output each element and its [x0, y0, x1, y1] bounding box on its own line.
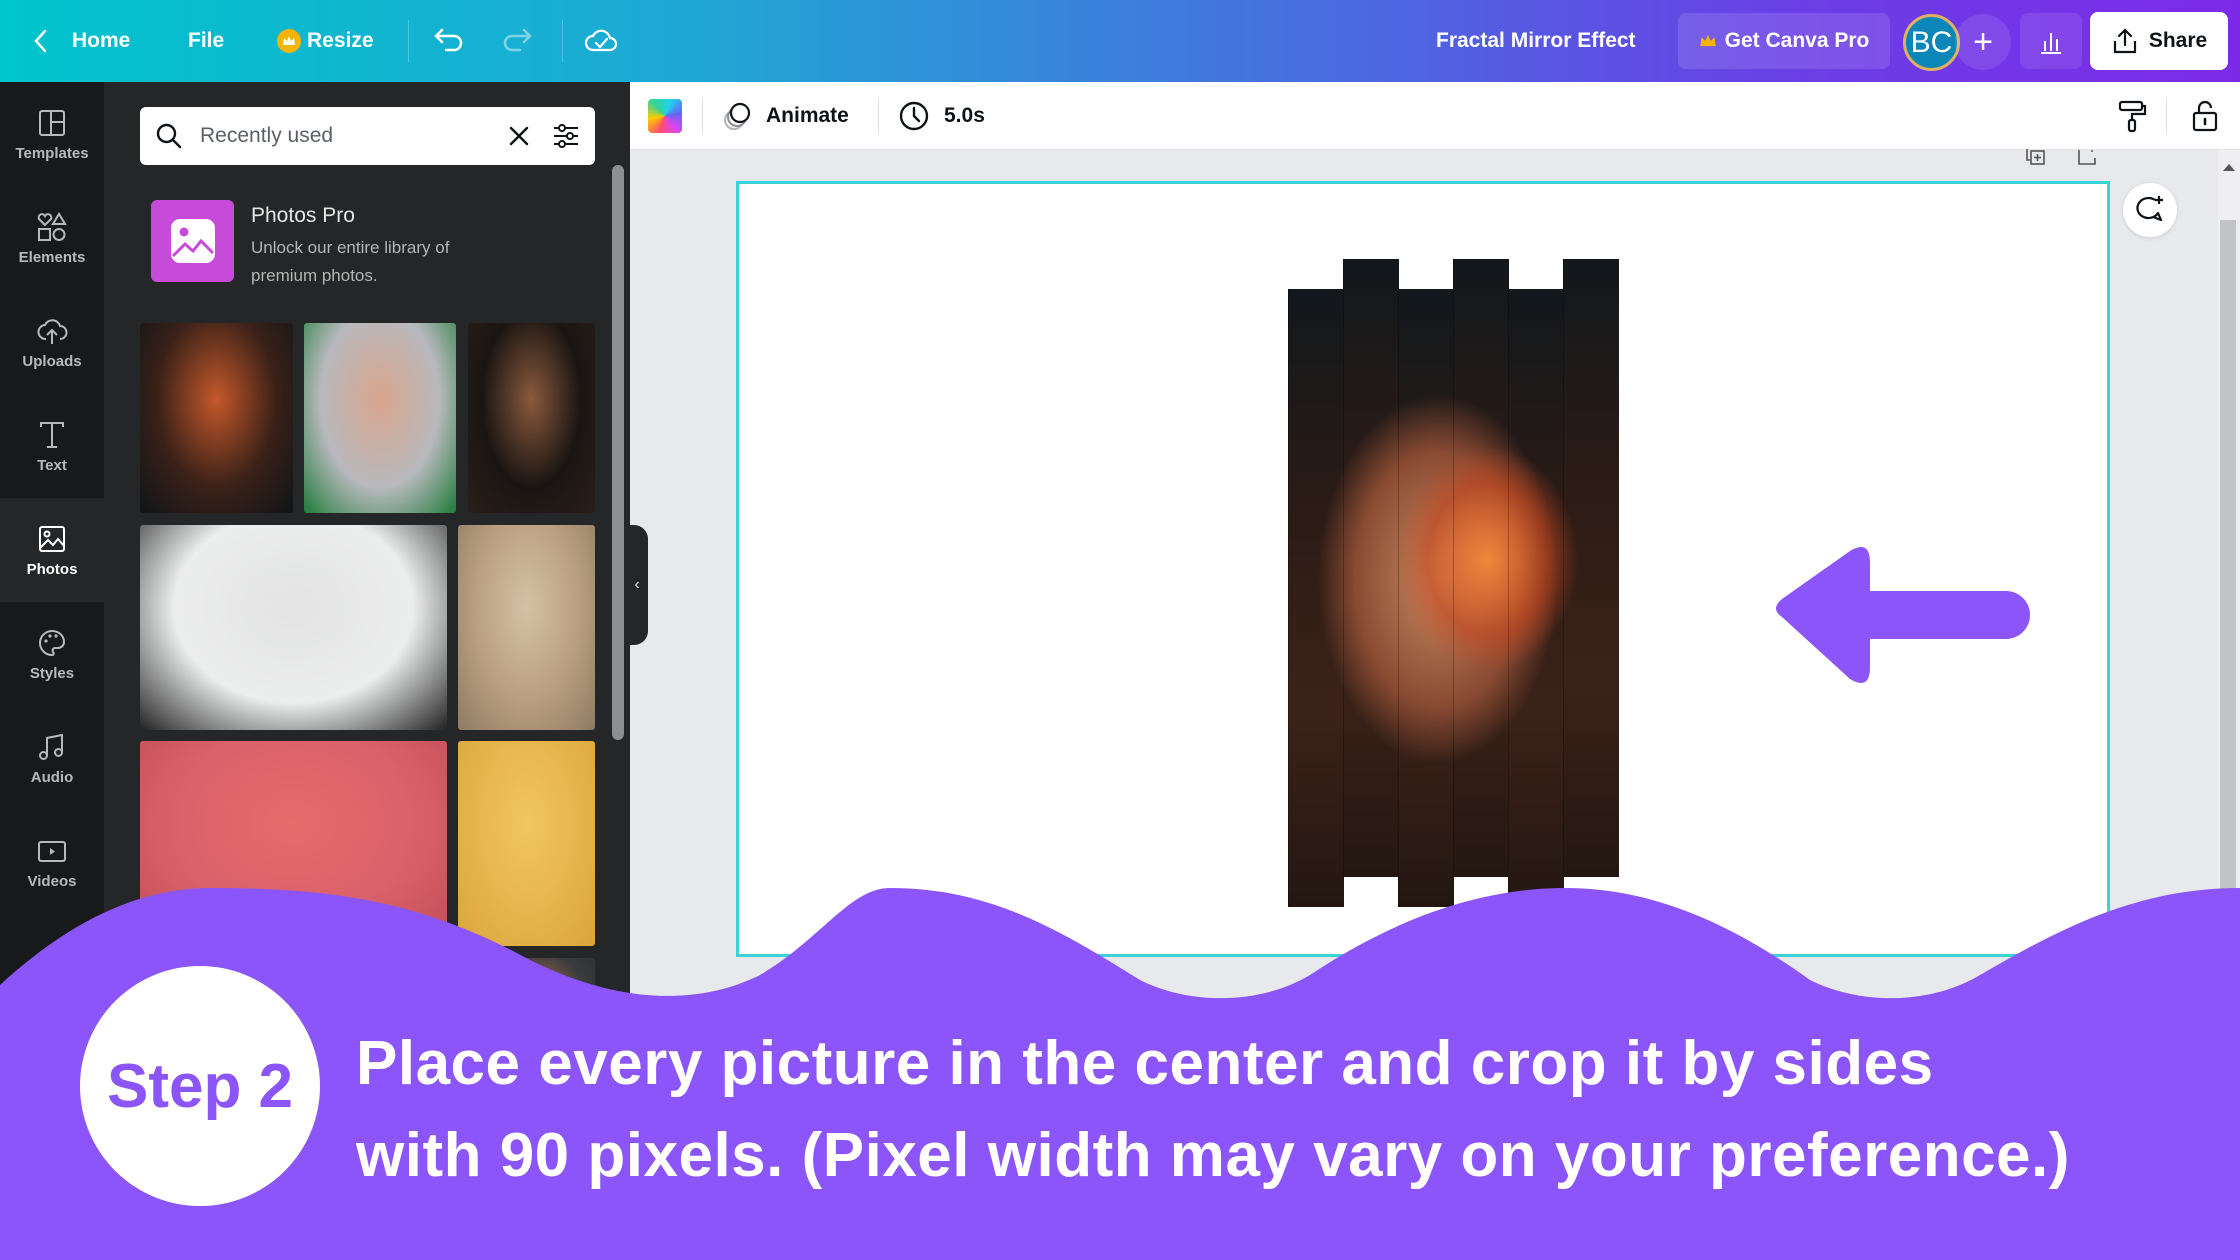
instruction-caption: Place every picture in the center and cr… — [356, 1018, 2070, 1202]
caption-line-2: with 90 pixels. (Pixel width may vary on… — [356, 1121, 2070, 1190]
caption-line-1: Place every picture in the center and cr… — [356, 1029, 1934, 1098]
step-badge: Step 2 — [80, 966, 320, 1206]
